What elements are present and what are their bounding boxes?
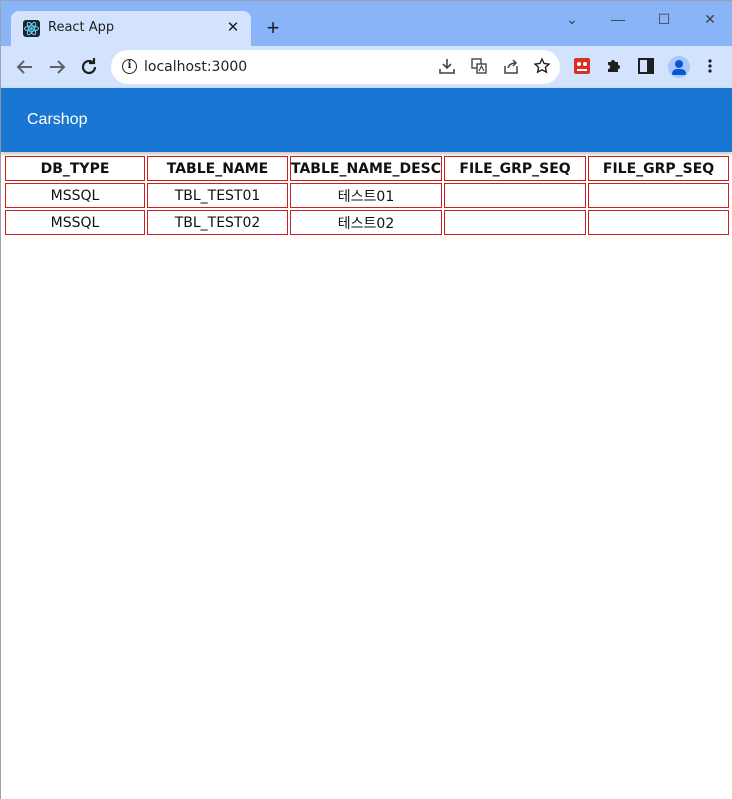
table-cell: 테스트01 bbox=[290, 183, 443, 208]
puzzle-extensions-icon[interactable] bbox=[604, 57, 624, 77]
close-window-button[interactable]: ✕ bbox=[695, 7, 725, 31]
app-title[interactable]: Carshop bbox=[27, 111, 87, 129]
table-cell: MSSQL bbox=[5, 183, 145, 208]
url-text[interactable]: localhost:3000 bbox=[144, 59, 247, 75]
install-icon[interactable] bbox=[437, 57, 457, 77]
table-cell: TBL_TEST02 bbox=[147, 210, 288, 235]
column-header: TABLE_NAME bbox=[147, 156, 288, 181]
info-icon[interactable]: i bbox=[122, 59, 137, 74]
column-header: FILE_GRP_SEQ bbox=[588, 156, 730, 181]
table-cell: TBL_TEST01 bbox=[147, 183, 288, 208]
maximize-button[interactable]: ☐ bbox=[649, 7, 679, 31]
app-header: Carshop bbox=[1, 88, 732, 152]
table-cell bbox=[588, 210, 730, 235]
menu-kebab-icon[interactable] bbox=[700, 57, 720, 77]
translate-icon[interactable] bbox=[469, 57, 489, 77]
browser-toolbar: i localhost:3000 bbox=[1, 46, 732, 88]
extension-red-icon[interactable] bbox=[572, 57, 592, 77]
react-logo-icon bbox=[23, 20, 40, 37]
back-arrow-icon[interactable] bbox=[13, 55, 37, 79]
minimize-button[interactable]: — bbox=[603, 7, 633, 31]
side-panel-icon[interactable] bbox=[636, 57, 656, 77]
bookmark-star-icon[interactable] bbox=[532, 57, 552, 77]
browser-window: React App ✕ + ⌄ — ☐ ✕ i localhost:3000 C… bbox=[0, 0, 732, 799]
tab-title: React App bbox=[48, 20, 115, 35]
forward-arrow-icon[interactable] bbox=[45, 55, 69, 79]
column-header: TABLE_NAME_DESC bbox=[290, 156, 443, 181]
column-header: FILE_GRP_SEQ bbox=[444, 156, 587, 181]
title-bar: React App ✕ + ⌄ — ☐ ✕ bbox=[1, 1, 732, 46]
share-icon[interactable] bbox=[501, 57, 521, 77]
table-cell bbox=[444, 183, 587, 208]
table-cell bbox=[444, 210, 587, 235]
table-cell bbox=[588, 183, 730, 208]
data-table: DB_TYPE TABLE_NAME TABLE_NAME_DESC FILE_… bbox=[3, 154, 731, 237]
profile-avatar-icon[interactable] bbox=[668, 56, 690, 78]
table-row: MSSQL TBL_TEST01 테스트01 bbox=[5, 183, 730, 208]
table-row: MSSQL TBL_TEST02 테스트02 bbox=[5, 210, 730, 235]
tab-search-icon[interactable]: ⌄ bbox=[557, 7, 587, 31]
tab-close-icon[interactable]: ✕ bbox=[223, 18, 243, 38]
new-tab-button[interactable]: + bbox=[261, 16, 285, 40]
reload-icon[interactable] bbox=[77, 55, 101, 79]
column-header: DB_TYPE bbox=[5, 156, 145, 181]
table-cell: 테스트02 bbox=[290, 210, 443, 235]
table-cell: MSSQL bbox=[5, 210, 145, 235]
browser-tab[interactable]: React App ✕ bbox=[11, 11, 251, 46]
table-header-row: DB_TYPE TABLE_NAME TABLE_NAME_DESC FILE_… bbox=[5, 156, 730, 181]
address-bar[interactable]: i localhost:3000 bbox=[111, 50, 560, 84]
